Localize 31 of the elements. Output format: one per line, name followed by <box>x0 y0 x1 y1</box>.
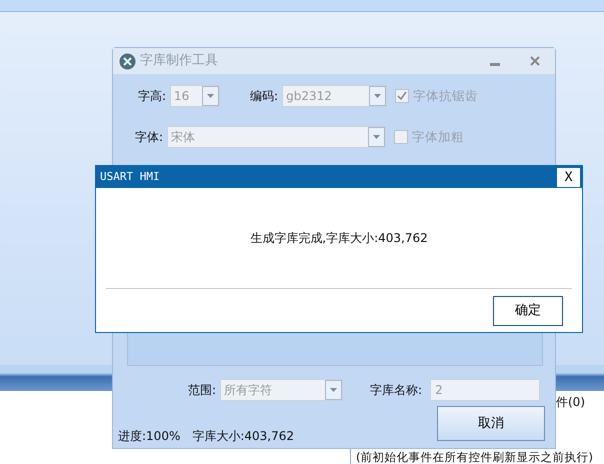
size-text: 字库大小:403,762 <box>192 428 294 445</box>
dialog-title: USART HMI <box>100 168 160 185</box>
dropdown-icon <box>369 86 386 106</box>
name-field[interactable]: 2 <box>430 379 540 401</box>
checkbox[interactable] <box>394 130 408 144</box>
progress-text: 进度:100% <box>118 428 180 445</box>
event-note: (前初始化事件在所有控件刷新显示之前执行) <box>356 450 593 464</box>
checkbox[interactable] <box>395 89 410 103</box>
cancel-button[interactable]: 取消 <box>437 406 545 441</box>
field-label: 范围: <box>188 382 216 399</box>
checkbox-label: 字体加粗 <box>412 128 464 146</box>
tab-label[interactable]: 件(0) <box>556 393 585 411</box>
range-dropdown[interactable]: 所有字符 <box>220 379 344 401</box>
dropdown-icon <box>368 127 386 147</box>
field-label: 字高: <box>138 88 166 105</box>
dropdown-icon <box>202 86 220 106</box>
message-text: 生成字库完成,字库大小:403,762 <box>250 230 428 247</box>
font-dropdown[interactable]: 宋体 <box>167 126 386 148</box>
window-title: 字库制作工具 <box>140 52 218 70</box>
checkbox-label: 字体抗锯齿 <box>413 86 478 105</box>
ok-button[interactable]: 确定 <box>493 296 563 326</box>
close-button[interactable]: X <box>557 168 580 186</box>
minimize-icon[interactable] <box>490 63 500 67</box>
encoding-dropdown[interactable]: gb2312 <box>282 85 388 107</box>
tools-icon <box>119 52 136 70</box>
height-dropdown[interactable]: 16 <box>170 85 220 107</box>
close-icon[interactable] <box>530 56 540 66</box>
field-label: 字库名称: <box>370 382 422 399</box>
field-label: 字体: <box>135 129 164 146</box>
field-label: 编码: <box>250 88 278 105</box>
dropdown-icon <box>325 380 342 400</box>
